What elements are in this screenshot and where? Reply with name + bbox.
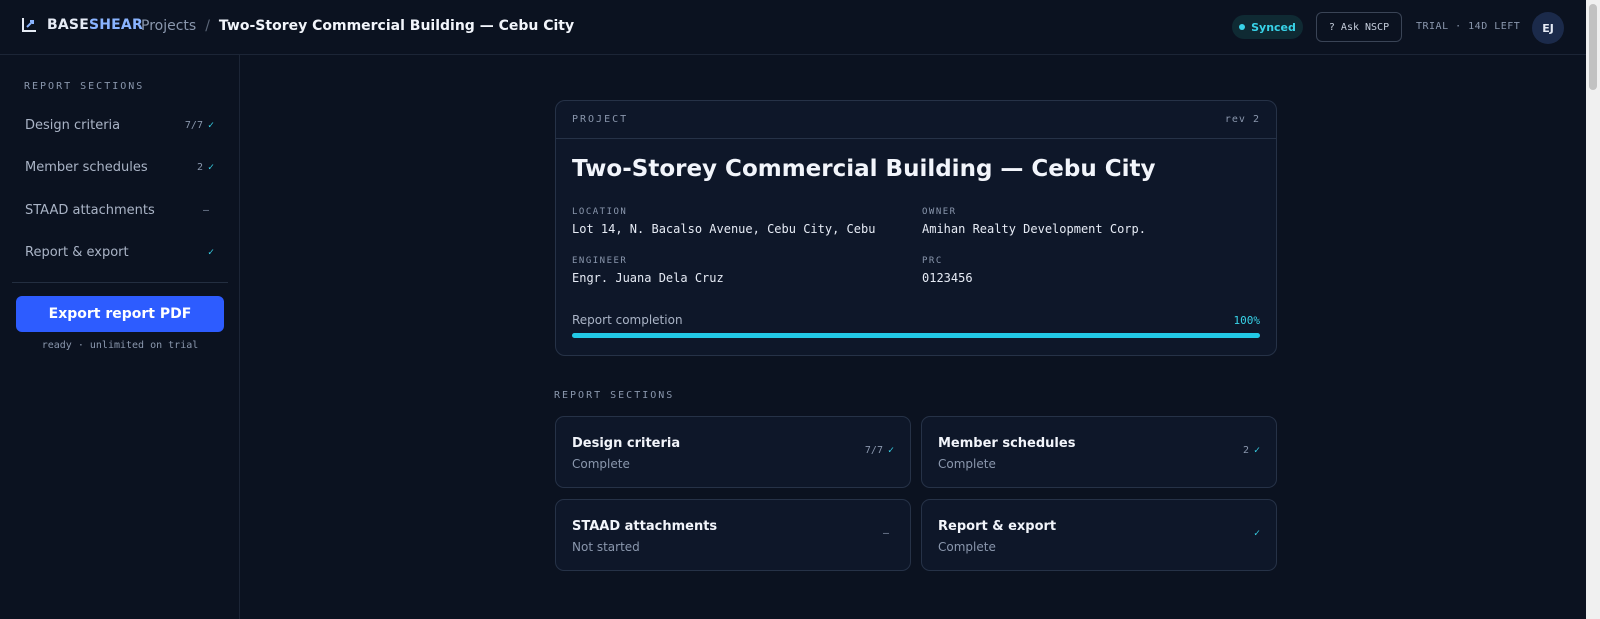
sidebar-item-label: STAAD attachments: [25, 202, 155, 218]
report-completion-label: Report completion: [572, 313, 683, 327]
section-card-subtitle: Complete: [572, 457, 630, 471]
progress-fill: [572, 333, 1260, 338]
sidebar-divider: [12, 282, 228, 283]
section-card-design-criteria[interactable]: Design criteria Complete 7/7 ✓: [555, 416, 911, 488]
section-card-title: Design criteria: [572, 436, 681, 451]
section-card-subtitle: Complete: [938, 540, 996, 554]
section-card-status: ✓: [1249, 528, 1260, 539]
breadcrumb: Projects / Two-Storey Commercial Buildin…: [141, 18, 574, 34]
sidebar-item-staad-attachments[interactable]: STAAD attachments –: [12, 192, 228, 228]
sidebar: REPORT SECTIONS Design criteria 7/7 ✓ Mem…: [0, 55, 240, 619]
sidebar-item-label: Member schedules: [25, 159, 148, 175]
section-card-subtitle: Not started: [572, 540, 640, 554]
sidebar-item-design-criteria[interactable]: Design criteria 7/7 ✓: [12, 107, 228, 143]
export-note: ready · unlimited on trial: [41, 340, 199, 351]
sidebar-item-status: ✓: [203, 247, 214, 258]
prc-value: 0123456: [922, 271, 973, 285]
report-completion-progress-bar: [572, 333, 1260, 338]
engineer-value: Engr. Juana Dela Cruz: [572, 271, 724, 285]
sidebar-heading: REPORT SECTIONS: [24, 81, 145, 92]
page-scrollbar[interactable]: [1586, 0, 1600, 619]
section-card-status: 7/7 ✓: [864, 445, 894, 456]
section-card-title: Report & export: [938, 519, 1057, 534]
engineer-label: ENGINEER: [572, 256, 628, 266]
sync-dot-icon: [1239, 24, 1246, 30]
location-label: LOCATION: [572, 207, 628, 217]
logo-icon: [22, 18, 36, 32]
section-card-member-schedules[interactable]: Member schedules Complete 2 ✓: [921, 416, 1277, 488]
brand-name-part-1: BASE: [47, 17, 89, 33]
brand-name-part-2: SHEAR: [88, 17, 143, 33]
check-icon: ✓: [207, 246, 214, 258]
report-completion-percent: 100%: [1233, 314, 1261, 327]
section-card-status: –: [882, 528, 889, 539]
location-value: Lot 14, N. Bacalso Avenue, Cebu City, Ce…: [572, 222, 876, 236]
sections-heading: REPORT SECTIONS: [554, 390, 675, 401]
user-avatar[interactable]: EJ: [1532, 12, 1564, 44]
owner-label: OWNER: [922, 207, 957, 217]
owner-value: Amihan Realty Development Corp.: [922, 222, 1146, 236]
check-icon: ✓: [207, 161, 214, 173]
project-title: Two-Storey Commercial Building — Cebu Ci…: [572, 156, 1156, 182]
section-card-staad-attachments[interactable]: STAAD attachments Not started –: [555, 499, 911, 571]
section-card-title: STAAD attachments: [572, 519, 718, 534]
project-card-header: PROJECT rev 2: [556, 101, 1276, 139]
ask-nscp-button[interactable]: ? Ask NSCP: [1316, 12, 1402, 42]
sidebar-item-report-export[interactable]: Report & export ✓: [12, 234, 228, 270]
sidebar-item-status: –: [202, 204, 209, 216]
sync-status-badge: Synced: [1232, 15, 1303, 39]
section-card-status: 2 ✓: [1242, 445, 1260, 456]
project-revision: rev 2: [1224, 114, 1260, 125]
top-bar: BASESHEAR Projects / Two-Storey Commerci…: [0, 0, 1586, 55]
sync-status-label: Synced: [1251, 20, 1296, 34]
check-icon: ✓: [1253, 445, 1260, 456]
scrollbar-thumb[interactable]: [1589, 4, 1597, 90]
section-card-subtitle: Complete: [938, 457, 996, 471]
section-card-report-export[interactable]: Report & export Complete ✓: [921, 499, 1277, 571]
project-kicker: PROJECT: [572, 114, 629, 125]
breadcrumb-projects-link[interactable]: Projects: [141, 18, 196, 34]
check-icon: ✓: [207, 119, 214, 131]
breadcrumb-current-project: Two-Storey Commercial Building — Cebu Ci…: [218, 18, 575, 34]
check-icon: ✓: [1253, 528, 1260, 539]
sidebar-item-status: 7/7 ✓: [184, 119, 214, 131]
sidebar-item-member-schedules[interactable]: Member schedules 2 ✓: [12, 149, 228, 185]
sidebar-item-label: Design criteria: [25, 117, 121, 133]
trial-status: TRIAL · 14D LEFT: [1416, 21, 1521, 32]
check-icon: ✓: [887, 445, 894, 456]
section-card-title: Member schedules: [938, 436, 1076, 451]
brand-logo[interactable]: BASESHEAR: [20, 16, 143, 34]
export-report-pdf-button[interactable]: Export report PDF: [16, 296, 224, 332]
sidebar-item-label: Report & export: [25, 244, 129, 260]
breadcrumb-separator: /: [205, 18, 210, 34]
project-card: PROJECT rev 2 Two-Storey Commercial Buil…: [555, 100, 1277, 356]
sidebar-item-status: 2 ✓: [196, 161, 214, 173]
prc-label: PRC: [922, 256, 943, 266]
